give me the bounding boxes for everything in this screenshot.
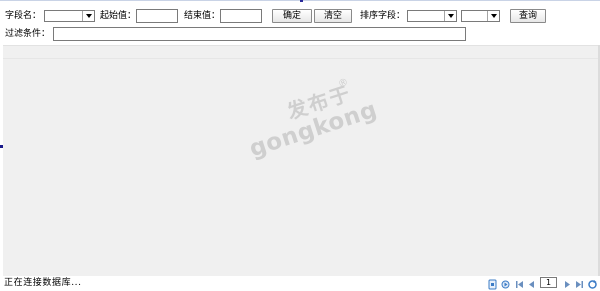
chevron-down-icon: [487, 11, 499, 21]
sort-order-select[interactable]: [461, 10, 500, 22]
end-value-label: 结束值：: [184, 11, 221, 21]
status-bar: 正在连接数据库... 1: [0, 276, 600, 291]
export-icon[interactable]: [488, 279, 497, 290]
sort-field-select[interactable]: [407, 10, 457, 22]
previous-page-icon[interactable]: [527, 279, 536, 290]
start-value-input[interactable]: [136, 9, 178, 23]
data-grid[interactable]: [3, 45, 598, 277]
grid-header-divider: [3, 58, 598, 59]
sort-field-label: 排序字段：: [360, 11, 406, 21]
chevron-down-icon: [444, 11, 456, 21]
chevron-down-icon: [82, 11, 94, 21]
next-page-icon[interactable]: [563, 279, 572, 290]
splitter-handle[interactable]: [0, 145, 3, 148]
field-name-label: 字段名：: [5, 11, 42, 21]
filter-condition-label: 过滤条件：: [5, 29, 51, 39]
status-text: 正在连接数据库...: [4, 278, 82, 288]
page-number-input[interactable]: 1: [540, 277, 557, 288]
confirm-button[interactable]: 确定: [272, 9, 312, 23]
last-page-icon[interactable]: [575, 279, 584, 290]
first-page-icon[interactable]: [515, 279, 524, 290]
refresh-icon[interactable]: [501, 279, 510, 290]
clear-button[interactable]: 清空: [314, 9, 352, 23]
end-value-input[interactable]: [220, 9, 262, 23]
query-button[interactable]: 查询: [510, 9, 546, 23]
field-name-select[interactable]: [44, 10, 95, 22]
reload-icon[interactable]: [588, 279, 597, 290]
start-value-label: 起始值：: [100, 11, 137, 21]
filter-bar: 字段名： 起始值： 结束值： 确定 清空 排序字段： 查询 过滤条件：: [0, 2, 600, 45]
filter-condition-input[interactable]: [53, 27, 466, 41]
